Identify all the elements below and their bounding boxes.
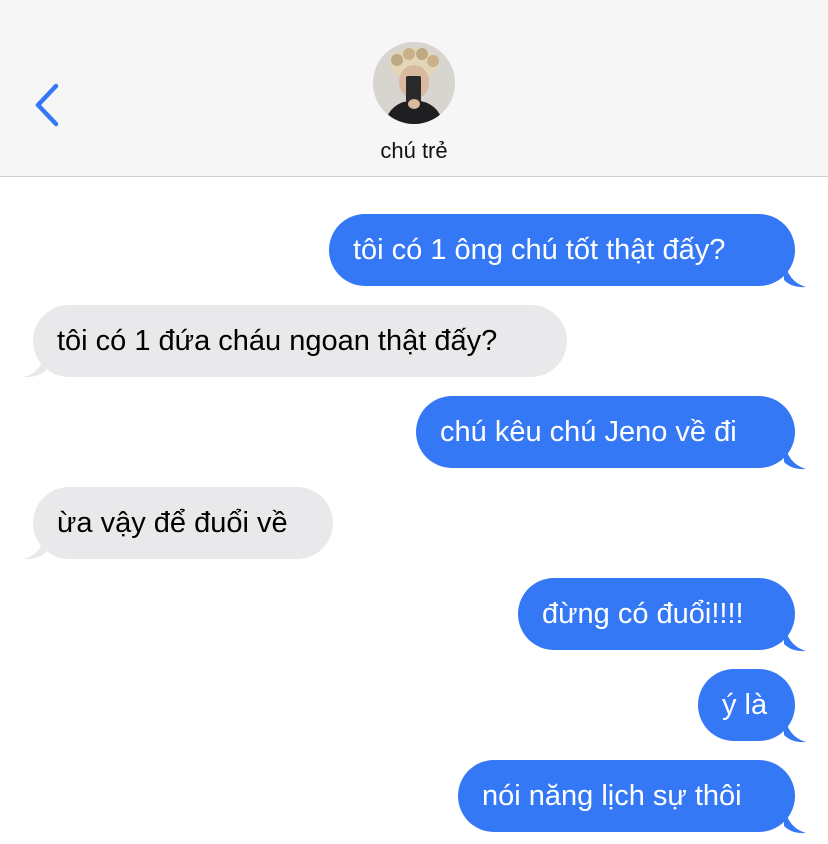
chevron-left-icon [35, 83, 59, 127]
contact-avatar[interactable] [373, 42, 455, 124]
bubble-tail [784, 260, 806, 288]
avatar-photo [373, 42, 455, 124]
message-thread: tôi có 1 ông chú tốt thật đấy? tôi có 1 … [0, 177, 828, 844]
incoming-message[interactable]: tôi có 1 đứa cháu ngoan thật đấy? [33, 305, 567, 377]
bubble-tail [784, 624, 806, 652]
back-button[interactable] [28, 80, 68, 130]
bubble-tail [24, 350, 46, 378]
outgoing-message[interactable]: tôi có 1 ông chú tốt thật đấy? [329, 214, 795, 286]
bubble-tail [24, 532, 46, 560]
incoming-message[interactable]: ừa vậy để đuổi về [33, 487, 333, 559]
contact-name[interactable]: chú trẻ [0, 138, 828, 164]
outgoing-message[interactable]: chú kêu chú Jeno về đi [416, 396, 795, 468]
bubble-tail [784, 715, 806, 743]
bubble-tail [784, 806, 806, 834]
outgoing-message[interactable]: ý là [698, 669, 795, 741]
outgoing-message[interactable]: nói năng lịch sự thôi [458, 760, 795, 832]
conversation-header: chú trẻ [0, 0, 828, 177]
bubble-tail [784, 442, 806, 470]
outgoing-message[interactable]: đừng có đuổi!!!! [518, 578, 795, 650]
